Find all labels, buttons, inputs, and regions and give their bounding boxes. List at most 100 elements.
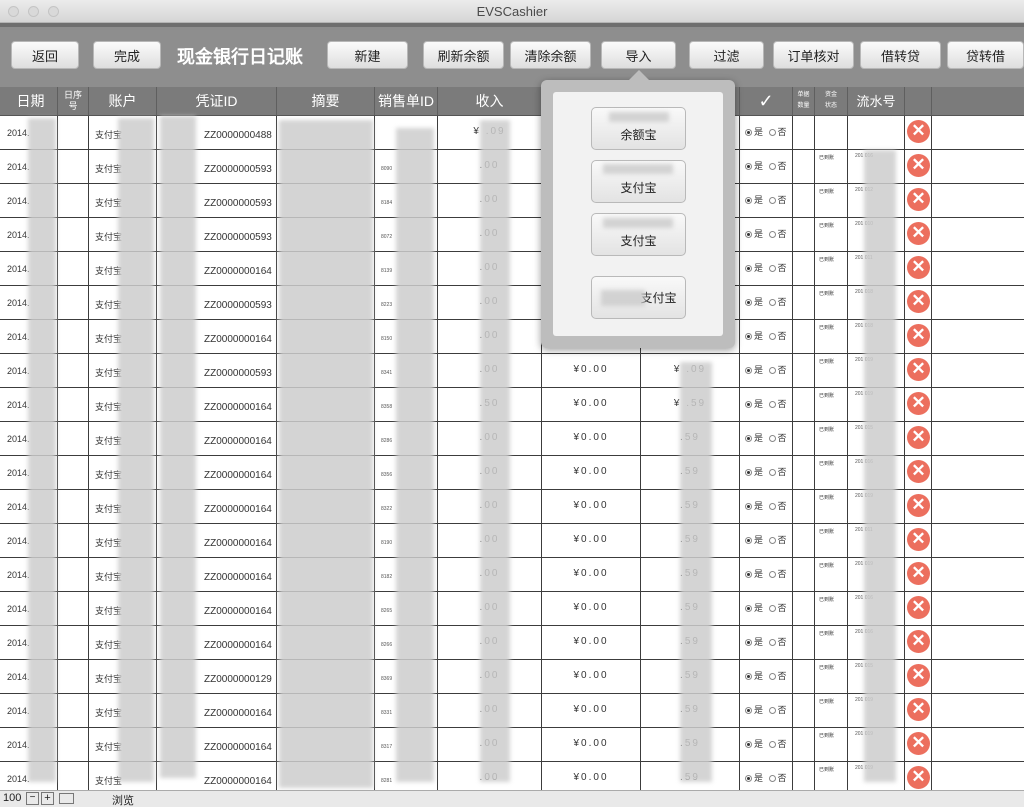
cell-fund-status[interactable]: 已到账 xyxy=(815,320,848,353)
cell-doc-count[interactable] xyxy=(793,150,815,183)
no-radio[interactable] xyxy=(768,571,776,578)
no-radio[interactable] xyxy=(768,775,776,782)
cell-expense[interactable]: ¥0.00 xyxy=(542,388,641,421)
yes-radio[interactable] xyxy=(745,129,752,136)
no-radio[interactable] xyxy=(768,503,776,510)
cell-fund-status[interactable]: 已到账 xyxy=(815,524,848,557)
cell-fund-status[interactable]: 已到账 xyxy=(815,286,848,319)
cell-day-index[interactable] xyxy=(58,116,89,149)
delete-row-icon[interactable]: ✕ xyxy=(907,154,930,177)
delete-row-icon[interactable]: ✕ xyxy=(907,290,930,313)
no-radio[interactable] xyxy=(768,537,776,544)
delete-row-icon[interactable]: ✕ xyxy=(907,562,930,585)
cell-day-index[interactable] xyxy=(58,320,89,353)
cell-doc-count[interactable] xyxy=(793,660,815,693)
delete-row-icon[interactable]: ✕ xyxy=(907,698,930,721)
yes-radio[interactable] xyxy=(745,707,752,714)
done-button[interactable]: 完成 xyxy=(93,41,161,69)
cell-fund-status[interactable]: 已到账 xyxy=(815,490,848,523)
cell-fund-status[interactable]: 已到账 xyxy=(815,456,848,489)
cell-doc-count[interactable] xyxy=(793,354,815,387)
column-flow-no[interactable]: 流水号 xyxy=(848,87,905,115)
cell-day-index[interactable] xyxy=(58,252,89,285)
cell-expense[interactable]: ¥0.00 xyxy=(542,558,641,591)
cell-doc-count[interactable] xyxy=(793,388,815,421)
yes-radio[interactable] xyxy=(745,367,752,374)
cell-day-index[interactable] xyxy=(58,456,89,489)
cell-expense[interactable]: ¥0.00 xyxy=(542,490,641,523)
column-account[interactable]: 账户 xyxy=(89,87,157,115)
zoom-out-icon[interactable]: − xyxy=(26,792,39,805)
cell-doc-count[interactable] xyxy=(793,592,815,625)
cell-doc-count[interactable] xyxy=(793,218,815,251)
no-radio[interactable] xyxy=(768,129,776,136)
order-check-button[interactable]: 订单核对 xyxy=(773,41,854,69)
no-radio[interactable] xyxy=(768,707,776,714)
yes-radio[interactable] xyxy=(745,571,752,578)
cell-flow-no[interactable] xyxy=(848,116,905,149)
delete-row-icon[interactable]: ✕ xyxy=(907,120,930,143)
cell-expense[interactable]: ¥0.00 xyxy=(542,660,641,693)
delete-row-icon[interactable]: ✕ xyxy=(907,426,930,449)
column-fund-status[interactable]: 资金 状态 xyxy=(815,87,848,115)
new-button[interactable]: 新建 xyxy=(327,41,408,69)
cell-doc-count[interactable] xyxy=(793,626,815,659)
no-radio[interactable] xyxy=(768,299,776,306)
cell-day-index[interactable] xyxy=(58,388,89,421)
debit-to-credit-button[interactable]: 借转贷 xyxy=(860,41,941,69)
no-radio[interactable] xyxy=(768,435,776,442)
cell-day-index[interactable] xyxy=(58,626,89,659)
cell-expense[interactable]: ¥0.00 xyxy=(542,422,641,455)
no-radio[interactable] xyxy=(768,231,776,238)
cell-day-index[interactable] xyxy=(58,354,89,387)
delete-row-icon[interactable]: ✕ xyxy=(907,664,930,687)
yes-radio[interactable] xyxy=(745,333,752,340)
cell-fund-status[interactable]: 已到账 xyxy=(815,558,848,591)
cell-doc-count[interactable] xyxy=(793,558,815,591)
import-button[interactable]: 导入 xyxy=(601,41,676,69)
no-radio[interactable] xyxy=(768,741,776,748)
credit-to-debit-button[interactable]: 贷转借 xyxy=(947,41,1024,69)
no-radio[interactable] xyxy=(768,605,776,612)
cell-day-index[interactable] xyxy=(58,592,89,625)
delete-row-icon[interactable]: ✕ xyxy=(907,596,930,619)
yes-radio[interactable] xyxy=(745,299,752,306)
yes-radio[interactable] xyxy=(745,503,752,510)
cell-day-index[interactable] xyxy=(58,422,89,455)
cell-day-index[interactable] xyxy=(58,558,89,591)
yes-radio[interactable] xyxy=(745,605,752,612)
delete-row-icon[interactable]: ✕ xyxy=(907,256,930,279)
no-radio[interactable] xyxy=(768,469,776,476)
column-check[interactable]: ✓ xyxy=(740,87,793,115)
cell-expense[interactable]: ¥0.00 xyxy=(542,728,641,761)
cell-day-index[interactable] xyxy=(58,660,89,693)
column-memo[interactable]: 摘要 xyxy=(277,87,375,115)
cell-expense[interactable]: ¥0.00 xyxy=(542,456,641,489)
column-income[interactable]: 收入 xyxy=(438,87,542,115)
cell-expense[interactable]: ¥0.00 xyxy=(542,626,641,659)
delete-row-icon[interactable]: ✕ xyxy=(907,392,930,415)
no-radio[interactable] xyxy=(768,163,776,170)
cell-day-index[interactable] xyxy=(58,728,89,761)
delete-row-icon[interactable]: ✕ xyxy=(907,494,930,517)
cell-fund-status[interactable]: 已到账 xyxy=(815,354,848,387)
no-radio[interactable] xyxy=(768,401,776,408)
cell-doc-count[interactable] xyxy=(793,524,815,557)
no-radio[interactable] xyxy=(768,197,776,204)
cell-doc-count[interactable] xyxy=(793,728,815,761)
cell-expense[interactable]: ¥0.00 xyxy=(542,592,641,625)
cell-day-index[interactable] xyxy=(58,490,89,523)
cell-day-index[interactable] xyxy=(58,218,89,251)
clear-balance-button[interactable]: 清除余额 xyxy=(510,41,591,69)
cell-day-index[interactable] xyxy=(58,286,89,319)
delete-row-icon[interactable]: ✕ xyxy=(907,630,930,653)
no-radio[interactable] xyxy=(768,333,776,340)
cell-expense[interactable]: ¥0.00 xyxy=(542,694,641,727)
cell-fund-status[interactable] xyxy=(815,116,848,149)
cell-doc-count[interactable] xyxy=(793,456,815,489)
delete-row-icon[interactable]: ✕ xyxy=(907,528,930,551)
cell-doc-count[interactable] xyxy=(793,490,815,523)
cell-day-index[interactable] xyxy=(58,524,89,557)
zoom-in-icon[interactable]: + xyxy=(41,792,54,805)
cell-doc-count[interactable] xyxy=(793,184,815,217)
